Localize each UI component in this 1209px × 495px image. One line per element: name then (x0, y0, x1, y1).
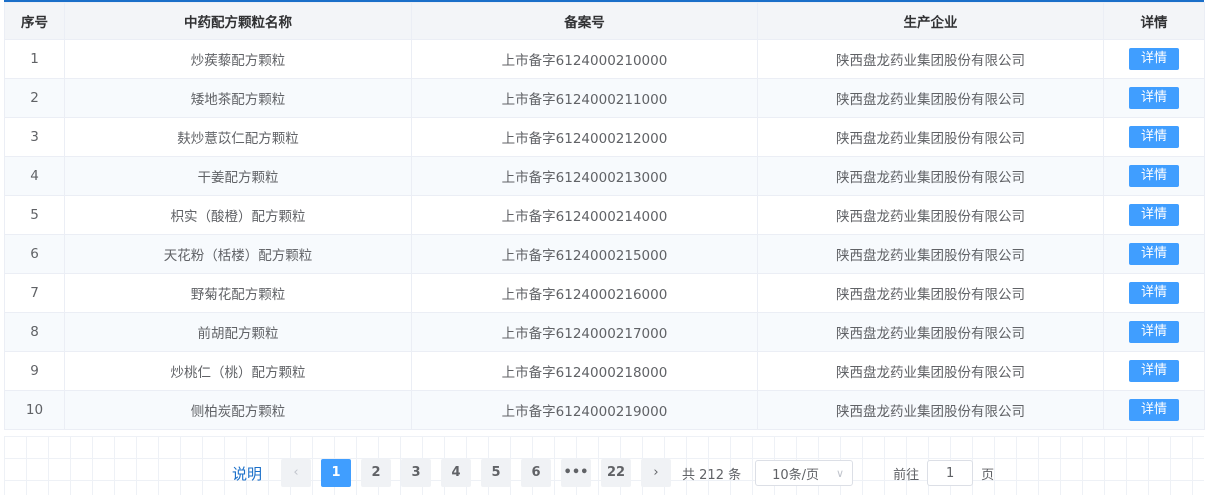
table-row: 3 麸炒薏苡仁配方颗粒 上市备字6124000212000 陕西盘龙药业集团股份有限公… (4, 117, 1205, 157)
row-company: 陕西盘龙药业集团股份有限公司 (757, 195, 1104, 235)
row-record-number: 上市备字6124000218000 (411, 351, 758, 391)
row-index: 8 (4, 312, 65, 352)
row-company: 陕西盘龙药业集团股份有限公司 (757, 312, 1104, 352)
detail-button[interactable]: 详情 (1129, 165, 1179, 187)
table-row: 6 天花粉（栝楼）配方颗粒 上市备字6124000215000 陕西盘龙药业集团股份有… (4, 234, 1205, 274)
detail-button[interactable]: 详情 (1129, 204, 1179, 226)
header-name: 中药配方颗粒名称 (64, 2, 412, 40)
page-size-select[interactable]: 10条/页 ∨ (755, 460, 854, 486)
page-button-22[interactable]: 22 (601, 459, 632, 487)
chevron-down-icon: ∨ (836, 466, 845, 480)
row-index: 2 (4, 78, 65, 118)
header-index: 序号 (4, 2, 65, 40)
row-index: 5 (4, 195, 65, 235)
table-row: 2 矮地茶配方颗粒 上市备字6124000211000 陕西盘龙药业集团股份有限公司 详… (4, 78, 1205, 118)
detail-button[interactable]: 详情 (1129, 126, 1179, 148)
row-index: 7 (4, 273, 65, 313)
row-record-number: 上市备字6124000214000 (411, 195, 758, 235)
record-table: 序号 中药配方颗粒名称 备案号 生产企业 详情 1 炒蒺藜配方颗粒 上市备字6124… (4, 2, 1205, 430)
row-company: 陕西盘龙药业集团股份有限公司 (757, 234, 1104, 274)
table-row: 9 炒桃仁（桃）配方颗粒 上市备字6124000218000 陕西盘龙药业集团股份有限… (4, 351, 1205, 391)
row-detail-cell: 详情 (1103, 351, 1205, 391)
row-detail-cell: 详情 (1103, 39, 1205, 79)
page-button-3[interactable]: 3 (401, 459, 432, 487)
row-company: 陕西盘龙药业集团股份有限公司 (757, 351, 1104, 391)
header-detail: 详情 (1103, 2, 1205, 40)
goto-suffix: 页 (981, 467, 995, 483)
row-record-number: 上市备字6124000211000 (411, 78, 758, 118)
row-index: 3 (4, 117, 65, 157)
table-header-row: 序号 中药配方颗粒名称 备案号 生产企业 详情 (4, 2, 1205, 40)
row-detail-cell: 详情 (1103, 273, 1205, 313)
chevron-left-icon[interactable]: ‹ (281, 459, 312, 487)
page-size-value: 10条/页 (772, 467, 820, 483)
row-detail-cell: 详情 (1103, 195, 1205, 235)
page-button-2[interactable]: 2 (361, 459, 392, 487)
more-pages-icon[interactable]: ••• (561, 459, 592, 487)
page-list: 1 2 3 4 5 6 ••• 22 (316, 459, 636, 487)
row-name: 枳实（酸橙）配方颗粒 (64, 195, 412, 235)
row-record-number: 上市备字6124000210000 (411, 39, 758, 79)
table-row: 7 野菊花配方颗粒 上市备字6124000216000 陕西盘龙药业集团股份有限公司 详… (4, 273, 1205, 313)
row-record-number: 上市备字6124000212000 (411, 117, 758, 157)
row-detail-cell: 详情 (1103, 156, 1205, 196)
row-detail-cell: 详情 (1103, 117, 1205, 157)
row-index: 6 (4, 234, 65, 274)
detail-button[interactable]: 详情 (1129, 321, 1179, 343)
detail-button[interactable]: 详情 (1129, 243, 1179, 265)
help-link[interactable]: 说明 (232, 463, 262, 484)
row-index: 10 (4, 390, 65, 430)
row-record-number: 上市备字6124000215000 (411, 234, 758, 274)
table-row: 1 炒蒺藜配方颗粒 上市备字6124000210000 陕西盘龙药业集团股份有限公司 详… (4, 39, 1205, 79)
row-index: 4 (4, 156, 65, 196)
row-name: 炒蒺藜配方颗粒 (64, 39, 412, 79)
row-name: 野菊花配方颗粒 (64, 273, 412, 313)
row-record-number: 上市备字6124000216000 (411, 273, 758, 313)
row-company: 陕西盘龙药业集团股份有限公司 (757, 390, 1104, 430)
page-button-6[interactable]: 6 (521, 459, 552, 487)
row-company: 陕西盘龙药业集团股份有限公司 (757, 39, 1104, 79)
page-button-1[interactable]: 1 (321, 459, 352, 487)
pagination: 说明 ‹ 123456 ••• 22 › 共 212 条 10条/页 ∨ 前往 页 (232, 459, 994, 487)
page-button-4[interactable]: 4 (441, 459, 472, 487)
row-index: 9 (4, 351, 65, 391)
row-name: 麸炒薏苡仁配方颗粒 (64, 117, 412, 157)
record-table-container: 序号 中药配方颗粒名称 备案号 生产企业 详情 1 炒蒺藜配方颗粒 上市备字6124… (4, 0, 1205, 430)
row-name: 炒桃仁（桃）配方颗粒 (64, 351, 412, 391)
detail-button[interactable]: 详情 (1129, 282, 1179, 304)
pagination-area: 说明 ‹ 123456 ••• 22 › 共 212 条 10条/页 ∨ 前往 页 (4, 436, 1204, 495)
header-company: 生产企业 (757, 2, 1104, 40)
table-row: 10 侧柏炭配方颗粒 上市备字6124000219000 陕西盘龙药业集团股份有限公司… (4, 390, 1205, 430)
row-name: 天花粉（栝楼）配方颗粒 (64, 234, 412, 274)
table-row: 5 枳实（酸橙）配方颗粒 上市备字6124000214000 陕西盘龙药业集团股份有限… (4, 195, 1205, 235)
total-count: 共 212 条 (682, 467, 742, 483)
row-name: 干姜配方颗粒 (64, 156, 412, 196)
row-record-number: 上市备字6124000213000 (411, 156, 758, 196)
header-record-number: 备案号 (411, 2, 758, 40)
row-detail-cell: 详情 (1103, 390, 1205, 430)
row-company: 陕西盘龙药业集团股份有限公司 (757, 78, 1104, 118)
page-button-5[interactable]: 5 (481, 459, 512, 487)
row-record-number: 上市备字6124000219000 (411, 390, 758, 430)
table-row: 8 前胡配方颗粒 上市备字6124000217000 陕西盘龙药业集团股份有限公司 详情 (4, 312, 1205, 352)
row-name: 侧柏炭配方颗粒 (64, 390, 412, 430)
detail-button[interactable]: 详情 (1129, 399, 1179, 421)
row-detail-cell: 详情 (1103, 312, 1205, 352)
row-name: 矮地茶配方颗粒 (64, 78, 412, 118)
row-detail-cell: 详情 (1103, 78, 1205, 118)
chevron-right-icon[interactable]: › (641, 459, 672, 487)
detail-button[interactable]: 详情 (1129, 87, 1179, 109)
row-detail-cell: 详情 (1103, 234, 1205, 274)
table-row: 4 干姜配方颗粒 上市备字6124000213000 陕西盘龙药业集团股份有限公司 详情 (4, 156, 1205, 196)
detail-button[interactable]: 详情 (1129, 360, 1179, 382)
row-record-number: 上市备字6124000217000 (411, 312, 758, 352)
detail-button[interactable]: 详情 (1129, 48, 1179, 70)
row-company: 陕西盘龙药业集团股份有限公司 (757, 273, 1104, 313)
row-company: 陕西盘龙药业集团股份有限公司 (757, 117, 1104, 157)
goto-page-input[interactable] (927, 460, 974, 486)
row-company: 陕西盘龙药业集团股份有限公司 (757, 156, 1104, 196)
goto-label: 前往 (893, 467, 920, 483)
row-name: 前胡配方颗粒 (64, 312, 412, 352)
row-index: 1 (4, 39, 65, 79)
